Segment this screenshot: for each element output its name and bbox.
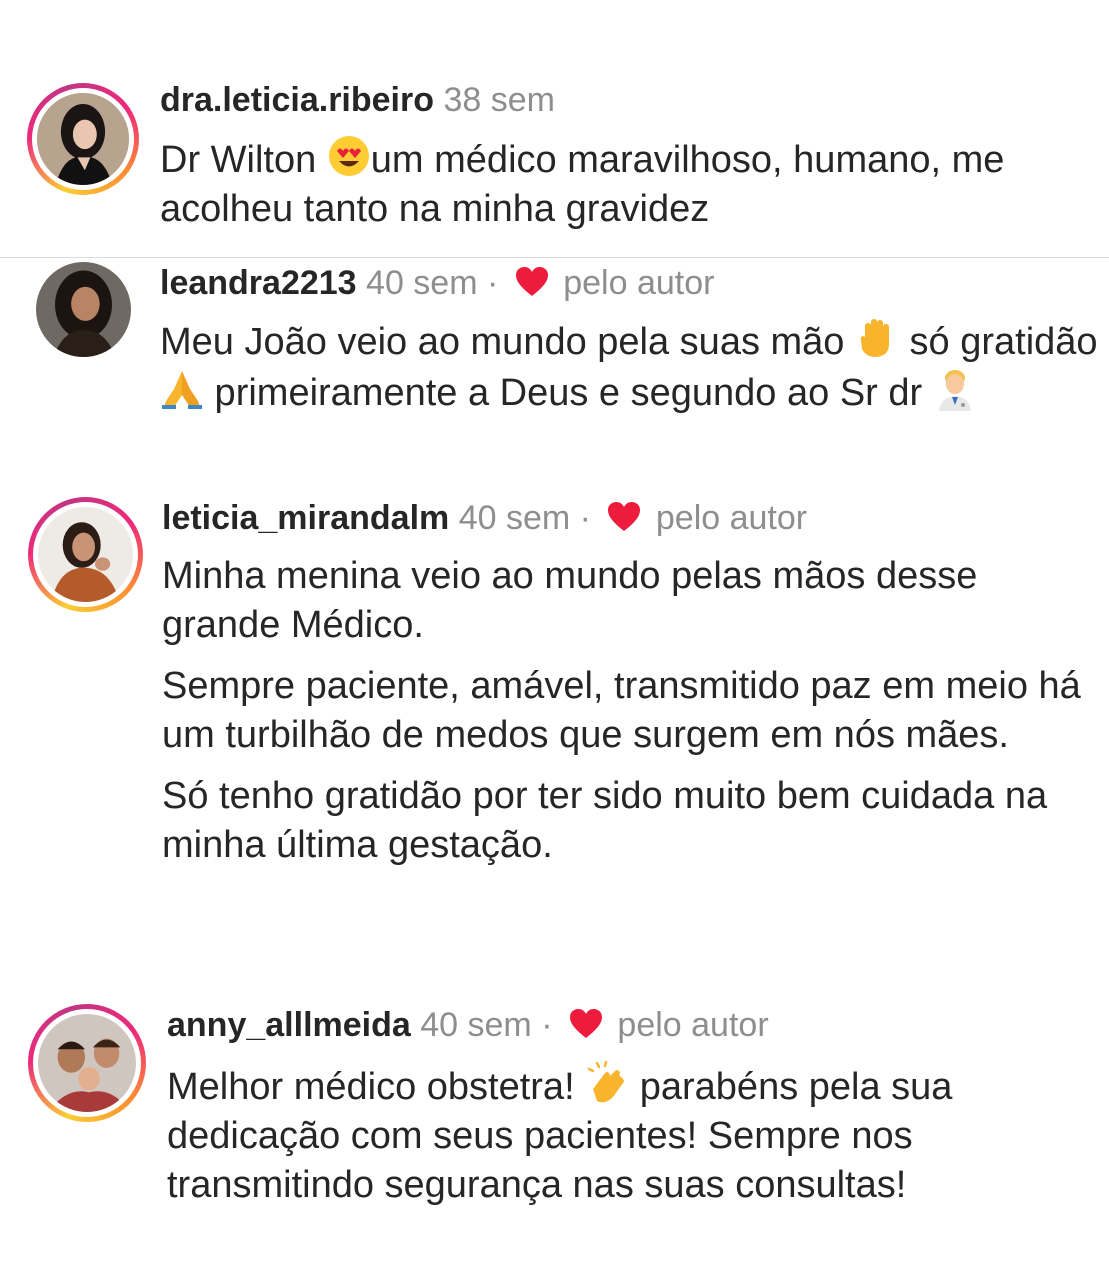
avatar-photo xyxy=(37,93,129,185)
comment-time: 40 sem xyxy=(366,264,478,302)
username[interactable]: leticia_mirandalm xyxy=(162,499,449,537)
comment-text: Meu João veio ao mundo pela suas mão só … xyxy=(160,316,1100,418)
comment-paragraph: Sempre paciente, amável, transmitido paz… xyxy=(162,665,1081,756)
avatar[interactable] xyxy=(28,1004,146,1122)
liked-by-author-label: pelo autor xyxy=(617,1006,769,1044)
comment-meta: anny_alllmeida 40 sem · pelo autor xyxy=(167,1005,769,1045)
avatar-photo xyxy=(36,262,131,357)
heart-eyes-emoji xyxy=(327,134,371,178)
comment-text: Dr Wilton um médico maravilhoso, humano,… xyxy=(160,134,1080,234)
comment-time: 38 sem xyxy=(443,81,555,119)
comment-text: Minha menina veio ao mundo pelas mãos de… xyxy=(162,552,1097,870)
folded-hands-emoji xyxy=(160,367,204,411)
avatar-photo xyxy=(38,507,133,602)
separator-dot: · xyxy=(541,1006,553,1044)
separator-dot: · xyxy=(579,499,591,537)
heart-icon xyxy=(515,267,548,296)
liked-by-author-label: pelo autor xyxy=(563,264,715,302)
avatar[interactable] xyxy=(36,262,131,357)
comment-meta: leticia_mirandalm 40 sem · pelo autor xyxy=(162,498,807,538)
heart-icon xyxy=(569,1009,602,1038)
username[interactable]: leandra2213 xyxy=(160,264,357,302)
divider xyxy=(0,257,1109,258)
avatar[interactable] xyxy=(27,83,139,195)
comment-paragraph: Só tenho gratidão por ter sido muito bem… xyxy=(162,775,1048,866)
avatar-photo xyxy=(38,1014,136,1112)
comment-meta: dra.leticia.ribeiro 38 sem xyxy=(160,80,555,120)
username[interactable]: dra.leticia.ribeiro xyxy=(160,81,434,119)
clapping-hands-emoji xyxy=(585,1061,629,1105)
health-worker-emoji xyxy=(933,367,977,411)
comment-paragraph: Minha menina veio ao mundo pelas mãos de… xyxy=(162,555,978,646)
comment-time: 40 sem xyxy=(420,1006,532,1044)
comment-text: Melhor médico obstetra! parabéns pela su… xyxy=(167,1061,1109,1210)
comment-time: 40 sem xyxy=(458,499,571,537)
username[interactable]: anny_alllmeida xyxy=(167,1006,411,1044)
liked-by-author-label: pelo autor xyxy=(655,499,808,537)
raised-hand-emoji xyxy=(855,316,899,360)
separator-dot: · xyxy=(487,264,499,302)
avatar[interactable] xyxy=(28,497,143,612)
comment-meta: leandra2213 40 sem · pelo autor xyxy=(160,263,714,303)
heart-icon xyxy=(608,502,641,531)
